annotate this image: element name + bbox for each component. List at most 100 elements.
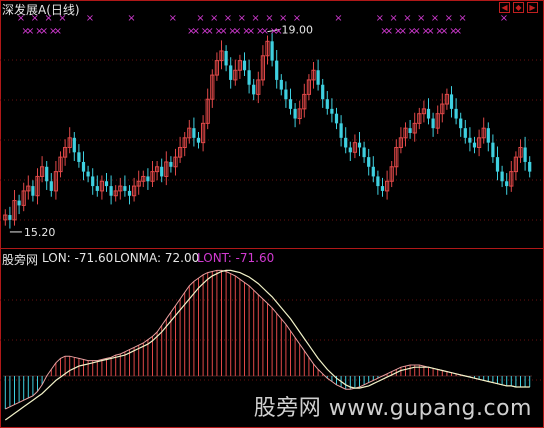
candle-body-73 bbox=[339, 123, 343, 138]
arrow-right-icon[interactable]: ▶ bbox=[527, 2, 538, 13]
candle-body-1 bbox=[8, 215, 12, 220]
candle-body-97 bbox=[449, 94, 454, 109]
candle-body-48 bbox=[224, 50, 228, 66]
signal-marker-33: × bbox=[279, 13, 287, 24]
candle-body-75 bbox=[348, 147, 352, 153]
candle-body-63 bbox=[293, 108, 297, 119]
signal-marker-18: × bbox=[210, 13, 218, 24]
candle-body-49 bbox=[229, 65, 233, 80]
high-annotation-label: 19.00 bbox=[282, 24, 314, 37]
chart-title: 深发展A(日线) bbox=[2, 1, 80, 18]
signal-marker-26: × bbox=[247, 26, 255, 37]
signal-marker-44: × bbox=[412, 26, 420, 37]
stock-name: 深发展A bbox=[2, 3, 47, 17]
signal-marker-2: × bbox=[26, 26, 34, 37]
candle-body-99 bbox=[459, 118, 463, 129]
signal-marker-10: × bbox=[86, 13, 94, 24]
signal-marker-5: × bbox=[40, 26, 48, 37]
candle-body-42 bbox=[196, 137, 201, 143]
signal-marker-45: × bbox=[417, 13, 425, 24]
candle-body-106 bbox=[491, 142, 495, 158]
candle-body-77 bbox=[357, 142, 362, 148]
candle-body-109 bbox=[505, 181, 509, 187]
signal-marker-50: × bbox=[440, 26, 448, 37]
candle-body-88 bbox=[408, 128, 412, 133]
signal-marker-12: × bbox=[169, 13, 177, 24]
candle-body-82 bbox=[380, 186, 385, 191]
candle-body-71 bbox=[330, 108, 334, 114]
candle-body-69 bbox=[321, 84, 325, 100]
candle-body-23 bbox=[109, 186, 113, 196]
candle-body-52 bbox=[242, 60, 247, 71]
candle-body-105 bbox=[486, 128, 490, 143]
candle-body-34 bbox=[160, 166, 164, 177]
lon-value: LON: -71.60 bbox=[42, 251, 114, 265]
candle-body-78 bbox=[362, 147, 366, 158]
signal-marker-48: × bbox=[431, 13, 439, 24]
candle-body-107 bbox=[495, 157, 500, 172]
watermark: 股旁网 www.gupang.com bbox=[253, 396, 532, 421]
candle-body-102 bbox=[472, 142, 477, 148]
candle-body-61 bbox=[284, 89, 288, 100]
candle-body-93 bbox=[431, 118, 435, 129]
arrow-left-icon[interactable]: ◀ bbox=[499, 2, 510, 13]
candle-body-58 bbox=[270, 41, 274, 61]
candle-body-68 bbox=[316, 70, 320, 85]
candle-body-113 bbox=[523, 147, 527, 162]
candle-body-26 bbox=[123, 186, 127, 191]
candle-body-74 bbox=[344, 137, 348, 148]
signal-marker-55: × bbox=[500, 13, 508, 24]
chart-nav: ◀ ◆ ▶ bbox=[499, 2, 538, 13]
signal-marker-34: × bbox=[293, 13, 301, 24]
candle-body-54 bbox=[252, 84, 256, 95]
signal-marker-21: × bbox=[224, 13, 232, 24]
candle-body-92 bbox=[426, 108, 431, 119]
candle-body-31 bbox=[146, 176, 150, 182]
candle-body-72 bbox=[334, 113, 339, 124]
signal-marker-36: × bbox=[376, 13, 384, 24]
candle-body-81 bbox=[376, 176, 380, 187]
zoom-icon[interactable]: ◆ bbox=[513, 2, 524, 13]
candle-body-101 bbox=[468, 137, 472, 143]
signal-marker-11: × bbox=[127, 13, 135, 24]
signal-marker-42: × bbox=[403, 13, 411, 24]
candle-body-16 bbox=[77, 152, 81, 162]
candle-body-53 bbox=[247, 70, 251, 85]
signal-marker-54: × bbox=[458, 13, 466, 24]
signal-marker-29: × bbox=[261, 26, 269, 37]
candle-body-3 bbox=[17, 200, 21, 206]
signal-marker-17: × bbox=[205, 26, 213, 37]
signal-marker-20: × bbox=[219, 26, 227, 37]
candle-body-114 bbox=[528, 161, 532, 172]
candle-body-41 bbox=[192, 128, 196, 138]
signal-marker-24: × bbox=[238, 13, 246, 24]
signal-marker-14: × bbox=[192, 26, 200, 37]
candle-body-17 bbox=[81, 161, 86, 172]
stock-chart: 19.0015.20×××××××××× × × ××××××××××××××××××… bbox=[0, 0, 544, 428]
candle-body-6 bbox=[31, 186, 35, 196]
candle-body-9 bbox=[45, 166, 49, 182]
signal-marker-35: × bbox=[334, 13, 342, 24]
candle-body-22 bbox=[104, 181, 109, 187]
lonma-value: LONMA: 72.00 bbox=[114, 251, 200, 265]
signal-marker-47: × bbox=[426, 26, 434, 37]
signal-marker-53: × bbox=[454, 26, 462, 37]
candle-body-36 bbox=[169, 161, 173, 167]
candle-body-100 bbox=[463, 128, 467, 138]
candle-body-98 bbox=[454, 108, 458, 119]
signal-marker-51: × bbox=[445, 13, 453, 24]
chart-period: (日线) bbox=[46, 3, 80, 17]
signal-marker-30: × bbox=[265, 13, 273, 24]
low-annotation-label: 15.20 bbox=[24, 226, 56, 239]
candle-body-79 bbox=[367, 157, 371, 167]
signal-marker-41: × bbox=[399, 26, 407, 37]
candle-body-108 bbox=[500, 171, 504, 182]
candle-body-60 bbox=[279, 79, 283, 90]
signal-marker-38: × bbox=[385, 26, 393, 37]
signal-marker-15: × bbox=[196, 13, 204, 24]
candle-body-18 bbox=[86, 171, 90, 177]
candle-body-10 bbox=[49, 181, 53, 191]
lont-value: LONT: -71.60 bbox=[197, 251, 275, 265]
signal-marker-27: × bbox=[251, 13, 259, 24]
signal-marker-8: × bbox=[54, 26, 62, 37]
